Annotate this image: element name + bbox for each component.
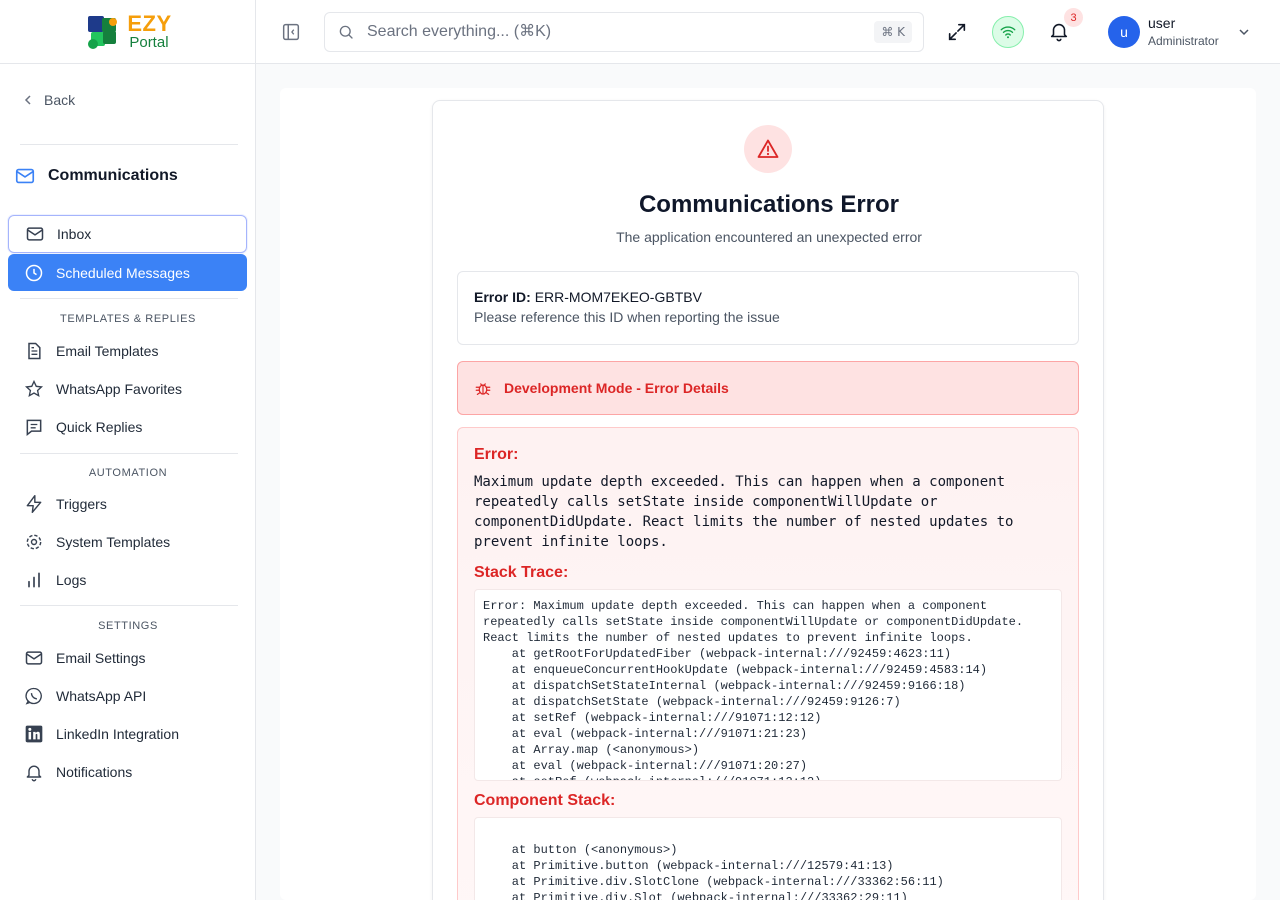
sidebar-item-label: Email Templates [56, 343, 159, 359]
error-heading: Error: [474, 446, 519, 463]
sidebar-item-label: Inbox [57, 226, 92, 242]
page-title: Communications Error [638, 191, 900, 218]
sidebar-item-whatsapp-favorites[interactable]: WhatsApp Favorites [8, 370, 247, 408]
user-name[interactable]: user [1148, 15, 1175, 31]
panel-left-icon [282, 23, 300, 41]
fullscreen-button[interactable] [946, 21, 968, 48]
sidebar-item-scheduled-messages[interactable]: Scheduled Messages [8, 254, 247, 291]
sidebar-item-inbox[interactable]: Inbox [8, 215, 247, 253]
connection-status-button[interactable] [992, 16, 1024, 48]
file-text-icon [28, 342, 41, 360]
search-icon [339, 25, 353, 39]
error-id-note: Please reference this ID when reporting … [474, 309, 780, 325]
dev-mode-title: Development Mode - Error Details [504, 380, 729, 396]
component-stack-text: at button (<anonymous>) at Primitive.but… [511, 843, 944, 900]
error-id-value: ERR-MOM7EKEO-GBTBV [534, 289, 702, 305]
component-stack-heading: Component Stack: [474, 792, 616, 809]
group-label-automation: AUTOMATION [88, 467, 168, 479]
notification-count-badge: 3 [1064, 8, 1083, 27]
section-title-label: Communications [48, 167, 178, 184]
search-bar[interactable]: ⌘ K [324, 12, 924, 52]
sidebar-item-label: Notifications [56, 764, 133, 780]
message-square-icon [26, 419, 42, 437]
sidebar-item-label: Email Settings [56, 650, 146, 666]
chevron-down-icon [1239, 29, 1249, 36]
sidebar: EZY Portal Back Communications Inbox Sch… [0, 0, 256, 900]
alert-triangle-icon [757, 139, 779, 158]
divider [20, 453, 238, 454]
sidebar-item-label: Scheduled Messages [56, 264, 190, 281]
back-label: Back [44, 92, 76, 108]
error-details: Error: Maximum update depth exceeded. Th… [457, 427, 1079, 900]
component-stack-box[interactable]: at button (<anonymous>) at Primitive.but… [474, 817, 1062, 900]
zap-icon [26, 494, 42, 514]
whatsapp-icon [25, 687, 42, 705]
clock-icon [25, 264, 43, 281]
stack-trace-heading: Stack Trace: [474, 564, 569, 581]
section-title: Communications [14, 165, 178, 187]
sidebar-item-email-templates[interactable]: Email Templates [8, 332, 247, 370]
sidebar-item-label: Logs [56, 572, 87, 588]
user-role: Administrator [1148, 34, 1219, 48]
sidebar-item-label: WhatsApp Favorites [56, 381, 183, 397]
logo-text-bottom: Portal [129, 34, 169, 51]
group-label-templates: TEMPLATES & REPLIES [60, 313, 196, 325]
sidebar-item-label: Triggers [56, 496, 107, 512]
sidebar-item-label: Quick Replies [56, 419, 143, 435]
avatar[interactable]: u [1108, 16, 1140, 48]
search-input[interactable] [367, 23, 847, 41]
group-label-settings: SETTINGS [98, 620, 158, 632]
stack-trace-text: Error: Maximum update depth exceeded. Th… [483, 599, 1024, 780]
error-card: Communications Error The application enc… [432, 100, 1104, 900]
linkedin-icon [25, 725, 43, 743]
logo[interactable]: EZY Portal [0, 0, 255, 64]
sidebar-item-logs[interactable]: Logs [8, 561, 247, 599]
expand-icon [948, 23, 966, 41]
back-button[interactable]: Back [22, 92, 75, 108]
mail-icon [15, 168, 35, 184]
ezy-logo-icon [83, 12, 123, 52]
wifi-icon [1000, 26, 1016, 39]
error-id-box: Error ID: ERR-MOM7EKEO-GBTBV Please refe… [457, 271, 1079, 345]
error-message: Maximum update depth exceeded. This can … [474, 474, 1014, 550]
warning-badge [744, 125, 792, 173]
logo-text-top: EZY [127, 11, 172, 36]
bell-icon [26, 765, 42, 782]
sidebar-item-system-templates[interactable]: System Templates [8, 523, 247, 561]
page-subtitle: The application encountered an unexpecte… [616, 229, 922, 245]
search-shortcut-hint: ⌘ K [874, 21, 912, 43]
star-icon [24, 379, 44, 397]
sidebar-item-whatsapp-api[interactable]: WhatsApp API [8, 677, 247, 715]
error-id-label: Error ID: [474, 289, 531, 305]
top-header: ⌘ K 3 u user Administrator [256, 0, 1280, 64]
sidebar-item-email-settings[interactable]: Email Settings [8, 639, 247, 677]
sidebar-item-label: WhatsApp API [56, 688, 147, 704]
chevron-left-icon [24, 95, 31, 105]
sidebar-item-triggers[interactable]: Triggers [8, 485, 247, 523]
sidebar-item-linkedin-integration[interactable]: LinkedIn Integration [8, 715, 247, 753]
stack-trace-box[interactable]: Error: Maximum update depth exceeded. Th… [474, 589, 1062, 781]
bug-icon [475, 383, 491, 395]
dev-mode-banner: Development Mode - Error Details [457, 361, 1079, 415]
divider [20, 605, 238, 606]
sidebar-item-notifications[interactable]: Notifications [8, 753, 247, 791]
divider [20, 298, 238, 299]
bar-chart-icon [28, 572, 40, 588]
sidebar-toggle-button[interactable] [280, 21, 302, 43]
mail-icon [26, 227, 44, 241]
gear-icon [26, 534, 42, 550]
sidebar-item-quick-replies[interactable]: Quick Replies [8, 408, 247, 446]
divider [20, 144, 238, 145]
mail-icon [25, 651, 43, 665]
user-menu-toggle[interactable] [1238, 25, 1250, 43]
sidebar-item-label: LinkedIn Integration [56, 726, 179, 742]
sidebar-item-label: System Templates [56, 534, 171, 550]
